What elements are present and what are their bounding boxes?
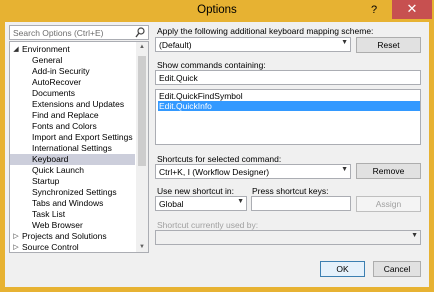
- used-by-label: Shortcut currently used by:: [157, 220, 259, 230]
- use-shortcut-select[interactable]: Global ▼: [155, 196, 247, 211]
- scroll-down-icon[interactable]: ▼: [136, 244, 148, 250]
- tree-item-label: Task List: [32, 209, 66, 219]
- used-by-select[interactable]: ▼: [155, 230, 421, 245]
- remove-button[interactable]: Remove: [356, 163, 421, 179]
- search-input[interactable]: Search Options (Ctrl+E): [9, 25, 149, 40]
- tree-item-label: Documents: [32, 88, 75, 98]
- tree-item[interactable]: ◢ Environment: [10, 44, 135, 55]
- commands-filter-value: Edit.Quick: [159, 73, 198, 83]
- tree-item[interactable]: Extensions and Updates: [10, 99, 135, 110]
- tree-item-label: Source Control: [22, 242, 79, 252]
- tree-item[interactable]: Quick Launch: [10, 165, 135, 176]
- tree-scrollbar[interactable]: ▲ ▼: [136, 42, 148, 252]
- chevron-down-icon: ▼: [341, 39, 348, 46]
- chevron-down-icon: ▼: [411, 232, 418, 239]
- tree-item[interactable]: General: [10, 55, 135, 66]
- tree-item[interactable]: International Settings: [10, 143, 135, 154]
- tree-item-label: AutoRecover: [32, 77, 82, 87]
- tree-item-label: Web Browser: [32, 220, 83, 230]
- ok-button[interactable]: OK: [320, 261, 365, 277]
- close-button[interactable]: ✕: [392, 0, 432, 19]
- mapping-scheme-select[interactable]: (Default) ▼: [155, 37, 351, 52]
- tree-item[interactable]: Task List: [10, 209, 135, 220]
- commands-list[interactable]: Edit.QuickFindSymbol Edit.QuickInfo: [155, 89, 421, 145]
- tree-item[interactable]: Fonts and Colors: [10, 121, 135, 132]
- shortcuts-select[interactable]: Ctrl+K, I (Workflow Designer) ▼: [155, 164, 351, 179]
- options-tree[interactable]: ▲ ▼ ◢ Environment General Add-in Security Au…: [9, 41, 149, 253]
- shortcuts-value: Ctrl+K, I (Workflow Designer): [159, 167, 270, 177]
- tree-item[interactable]: ▷ Source Control: [10, 242, 135, 252]
- tree-item[interactable]: AutoRecover: [10, 77, 135, 88]
- command-item[interactable]: Edit.QuickFindSymbol: [158, 91, 243, 101]
- tree-item-label: Environment: [22, 44, 70, 54]
- tree-item-label: Extensions and Updates: [32, 99, 125, 109]
- search-icon: [135, 27, 145, 38]
- cancel-button[interactable]: Cancel: [373, 261, 421, 277]
- tree-item-label: Projects and Solutions: [22, 231, 107, 241]
- mapping-label: Apply the following additional keyboard …: [157, 26, 374, 36]
- shortcuts-label: Shortcuts for selected command:: [157, 154, 282, 164]
- expanded-icon[interactable]: ◢: [12, 44, 20, 55]
- tree-item[interactable]: Add-in Security: [10, 66, 135, 77]
- tree-item-label: International Settings: [32, 143, 112, 153]
- tree-item-label: Tabs and Windows: [32, 198, 104, 208]
- mapping-scheme-value: (Default): [159, 40, 192, 50]
- reset-button[interactable]: Reset: [356, 37, 421, 53]
- tree-item-label: Fonts and Colors: [32, 121, 97, 131]
- tree-item[interactable]: Synchronized Settings: [10, 187, 135, 198]
- help-button[interactable]: ?: [365, 2, 383, 19]
- chevron-down-icon: ▼: [237, 198, 244, 205]
- tree-item[interactable]: Documents: [10, 88, 135, 99]
- tree-item[interactable]: Startup: [10, 176, 135, 187]
- tree-item[interactable]: ▷ Projects and Solutions: [10, 231, 135, 242]
- commands-filter-input[interactable]: Edit.Quick: [155, 70, 421, 85]
- tree-item[interactable]: Tabs and Windows: [10, 198, 135, 209]
- scroll-up-icon[interactable]: ▲: [136, 44, 148, 50]
- use-shortcut-value: Global: [159, 199, 184, 209]
- tree-item-label: Find and Replace: [32, 110, 99, 120]
- tree-item-label: Quick Launch: [32, 165, 84, 175]
- tree-item-label: Keyboard: [32, 154, 69, 164]
- shortcut-keys-input[interactable]: [251, 196, 351, 211]
- chevron-down-icon: ▼: [341, 166, 348, 173]
- tree-item[interactable]: Keyboard: [10, 154, 135, 165]
- tree-item-label: Import and Export Settings: [32, 132, 133, 142]
- press-keys-label: Press shortcut keys:: [252, 186, 329, 196]
- scroll-thumb[interactable]: [138, 56, 146, 166]
- command-item[interactable]: Edit.QuickInfo: [158, 101, 420, 111]
- tree-item-label: Add-in Security: [32, 66, 90, 76]
- collapsed-icon[interactable]: ▷: [12, 242, 20, 252]
- tree-item-label: Synchronized Settings: [32, 187, 117, 197]
- tree-item[interactable]: Web Browser: [10, 220, 135, 231]
- collapsed-icon[interactable]: ▷: [12, 231, 20, 242]
- tree-item-label: General: [32, 55, 63, 65]
- use-shortcut-label: Use new shortcut in:: [157, 186, 235, 196]
- commands-label: Show commands containing:: [157, 60, 266, 70]
- tree-item[interactable]: Import and Export Settings: [10, 132, 135, 143]
- assign-button[interactable]: Assign: [356, 196, 421, 212]
- tree-item-label: Startup: [32, 176, 60, 186]
- tree-item[interactable]: Find and Replace: [10, 110, 135, 121]
- search-placeholder: Search Options (Ctrl+E): [13, 28, 104, 38]
